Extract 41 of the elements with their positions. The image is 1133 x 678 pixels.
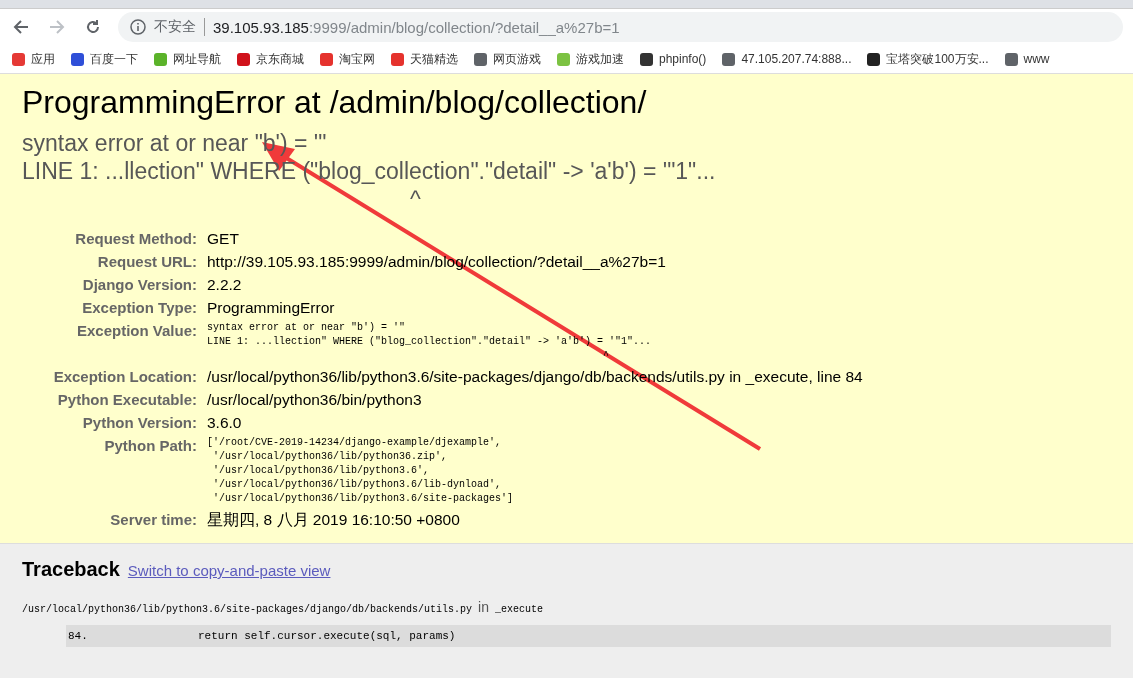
- bookmark-link[interactable]: 天猫精选: [391, 50, 458, 68]
- meta-label: Server time:: [109, 510, 197, 529]
- traceback-heading: Traceback: [22, 558, 120, 581]
- meta-label: Python Version:: [81, 413, 197, 432]
- bookmark-link[interactable]: 宝塔突破100万安...: [867, 50, 989, 68]
- bookmark-link[interactable]: 应用: [12, 50, 55, 68]
- bookmark-link[interactable]: phpinfo(): [640, 52, 707, 66]
- meta-value: 3.6.0: [207, 413, 243, 432]
- bookmark-link[interactable]: 京东商城: [237, 50, 304, 68]
- back-arrow-icon: [13, 19, 29, 35]
- copy-paste-view-link[interactable]: Switch to copy-and-paste view: [127, 562, 331, 579]
- bookmark-link[interactable]: 游戏加速: [557, 50, 624, 68]
- address-bar[interactable]: 不安全 39.105.93.185:9999/admin/blog/collection/?detail__a%27b=1: [118, 12, 1123, 42]
- url-text: 39.105.93.185:9999/admin/blog/collection/?detail__a%27b=1: [213, 18, 620, 36]
- meta-label: Exception Location:: [52, 367, 197, 386]
- bookmark-link[interactable]: www: [1004, 52, 1050, 66]
- bookmark-link[interactable]: 网页游戏: [474, 50, 541, 68]
- forward-arrow-icon: [49, 19, 65, 35]
- meta-label: Request Method:: [74, 229, 197, 248]
- meta-value: 2.2.2: [207, 275, 243, 294]
- meta-label: Exception Value:: [75, 321, 197, 341]
- security-label: 不安全: [154, 18, 205, 36]
- meta-value: ProgrammingError: [207, 298, 336, 317]
- meta-label: Exception Type:: [81, 298, 197, 317]
- error-title: ProgrammingError at /admin/blog/collection/: [22, 84, 648, 121]
- meta-value: ['/root/CVE-2019-14234/django-example/djexample', '/usr/local/python36/lib/python36.zip', '/usr/local/python36/lib/python3.6', '/usr/local/python36/lib/python3.6/lib-dynload', '/usr/local/python36/lib/python3.6/site-packages']: [207, 436, 515, 506]
- meta-value: 星期四, 8 八月 2019 16:10:50 +0800: [207, 510, 461, 529]
- reload-icon: [85, 19, 101, 35]
- meta-value: /usr/local/python36/bin/python3: [207, 390, 423, 409]
- meta-label: Request URL:: [96, 252, 197, 271]
- bookmark-link[interactable]: 47.105.207.74:888...: [722, 52, 852, 66]
- info-icon: [130, 19, 146, 35]
- meta-label: Python Executable:: [56, 390, 197, 409]
- bookmark-link[interactable]: 网址导航: [154, 50, 221, 68]
- meta-label: Python Path:: [103, 436, 197, 456]
- bookmark-link[interactable]: 百度一下: [71, 50, 138, 68]
- meta-value: GET: [207, 229, 240, 248]
- meta-label: Django Version:: [81, 275, 197, 294]
- bookmark-link[interactable]: 淘宝网: [320, 50, 375, 68]
- frame-location: /usr/local/python36/lib/python3.6/site-packages/django/db/backends/utils.py in _execute: [22, 599, 545, 615]
- error-message-line: ^: [409, 185, 422, 213]
